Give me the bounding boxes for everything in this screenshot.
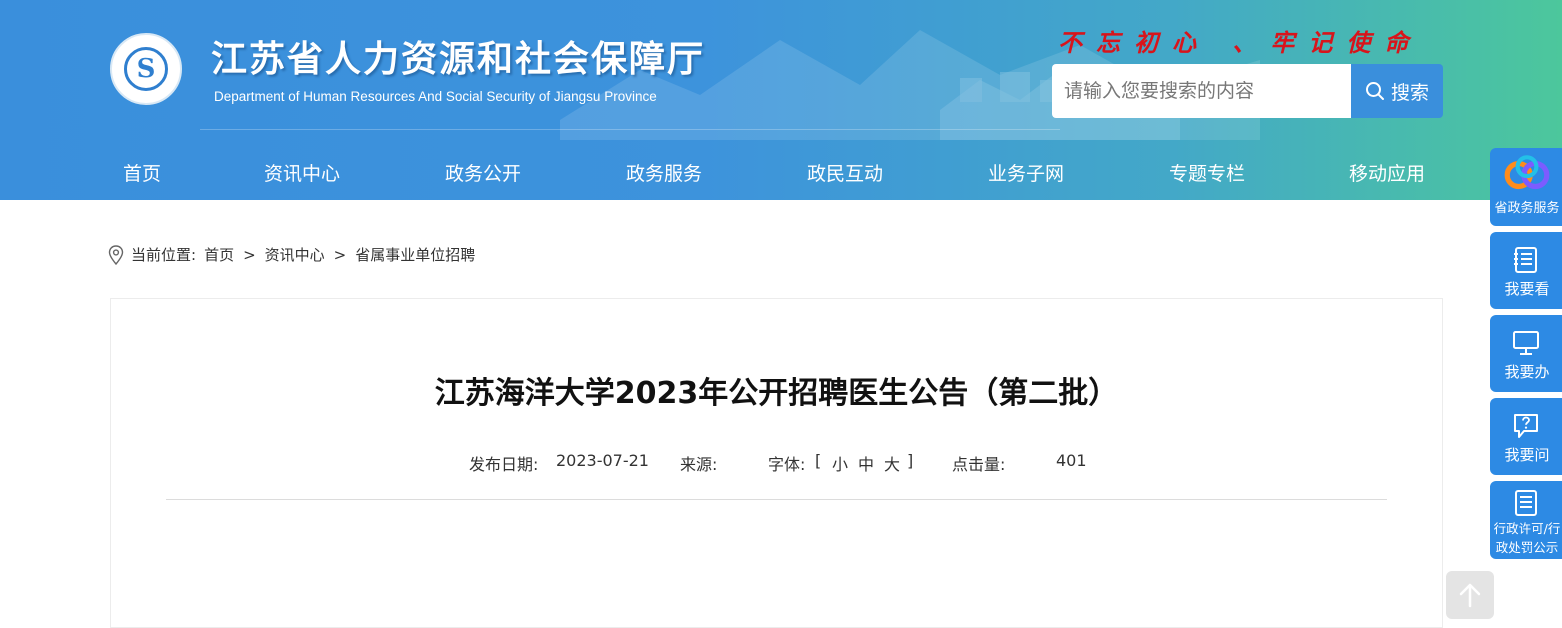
- article-divider: [166, 499, 1387, 500]
- sidebar-label-handle: 我要办: [1504, 363, 1550, 381]
- sidebar-item-browse[interactable]: 我要看: [1490, 232, 1562, 309]
- nav-item-special-topics[interactable]: 专题专栏: [1169, 159, 1245, 186]
- breadcrumb-separator: >: [333, 245, 347, 264]
- sidebar-label-ask: 我要问: [1504, 446, 1550, 464]
- search-input[interactable]: [1052, 64, 1350, 118]
- hit-count-label: 点击量:: [952, 455, 1006, 474]
- breadcrumb-label: 当前位置:: [131, 246, 197, 264]
- search-button-label: 搜索: [1390, 81, 1429, 104]
- logo-s-mark: S: [136, 54, 156, 84]
- breadcrumb-home[interactable]: 首页: [204, 244, 234, 265]
- department-seal-logo[interactable]: S: [110, 33, 182, 105]
- site-header: S 江苏省人力资源和社会保障厅 Department of Human Reso…: [0, 0, 1562, 200]
- notice-list-icon: [1515, 490, 1537, 516]
- sidebar-item-ask[interactable]: 我要问: [1490, 398, 1562, 475]
- sidebar-label-provincial-government-service: 省政务服务: [1494, 201, 1560, 216]
- search-box: [1052, 64, 1352, 118]
- site-title[interactable]: 江苏省人力资源和社会保障厅: [211, 30, 705, 82]
- hit-count: 401: [1056, 451, 1087, 470]
- font-size-label: 字体:: [768, 455, 806, 474]
- nav-item-home[interactable]: 首页: [123, 159, 161, 186]
- breadcrumb-separator: >: [243, 245, 256, 264]
- question-bubble-icon: [1514, 414, 1538, 438]
- search-icon: [1365, 82, 1384, 100]
- breadcrumb-provincial-recruitment[interactable]: 省属事业单位招聘: [355, 244, 475, 265]
- site-subtitle: Department of Human Resources And Social…: [214, 89, 657, 104]
- back-to-top-button[interactable]: [1446, 571, 1494, 619]
- monitor-icon: [1513, 331, 1539, 355]
- main-nav: 首页 资讯中心 政务公开 政务服务 政民互动 业务子网 专题专栏 移动应用: [0, 145, 1562, 200]
- arrow-up-icon: [1459, 583, 1481, 608]
- sidebar-item-administrative-notice[interactable]: 行政许可/行政处罚公示: [1490, 481, 1562, 559]
- font-bracket-open: [: [815, 451, 822, 470]
- article-title: 江苏海洋大学2023年公开招聘医生公告（第二批）: [434, 376, 1119, 411]
- nav-item-mobile-apps[interactable]: 移动应用: [1349, 159, 1425, 186]
- font-size-medium-button[interactable]: 中: [858, 451, 874, 475]
- publish-date-label: 发布日期:: [469, 455, 539, 474]
- nav-item-public-interaction[interactable]: 政民互动: [807, 159, 883, 186]
- location-pin-icon: [108, 244, 124, 265]
- header-divider: [200, 129, 1060, 130]
- logo-ring: S: [124, 47, 168, 91]
- sidebar-item-provincial-government-service[interactable]: 省政务服务: [1490, 148, 1562, 226]
- nav-item-business-subsites[interactable]: 业务子网: [988, 159, 1064, 186]
- source-label: 来源:: [680, 455, 718, 474]
- nav-item-government-affairs-open[interactable]: 政务公开: [445, 159, 521, 186]
- document-list-icon: [1514, 247, 1537, 273]
- font-size-small-button[interactable]: 小: [832, 451, 848, 475]
- nav-item-news-center[interactable]: 资讯中心: [264, 159, 340, 186]
- slogan: 不忘初心 、牢记使命: [1058, 28, 1423, 57]
- publish-date: 2023-07-21: [556, 451, 649, 470]
- breadcrumb-news-center[interactable]: 资讯中心: [265, 244, 325, 265]
- font-size-large-button[interactable]: 大: [884, 451, 900, 475]
- nav-item-government-services[interactable]: 政务服务: [626, 159, 702, 186]
- breadcrumb: 当前位置: 首页 > 资讯中心 > 省属事业单位招聘: [108, 244, 475, 265]
- sidebar-label-administrative-notice: 行政许可/行政处罚公示: [1493, 521, 1561, 555]
- font-bracket-close: ]: [907, 451, 914, 470]
- sidebar-label-browse: 我要看: [1504, 280, 1550, 298]
- sidebar-item-handle[interactable]: 我要办: [1490, 315, 1562, 392]
- search-button[interactable]: 搜索: [1351, 64, 1443, 118]
- government-service-logo-icon: [1504, 155, 1550, 190]
